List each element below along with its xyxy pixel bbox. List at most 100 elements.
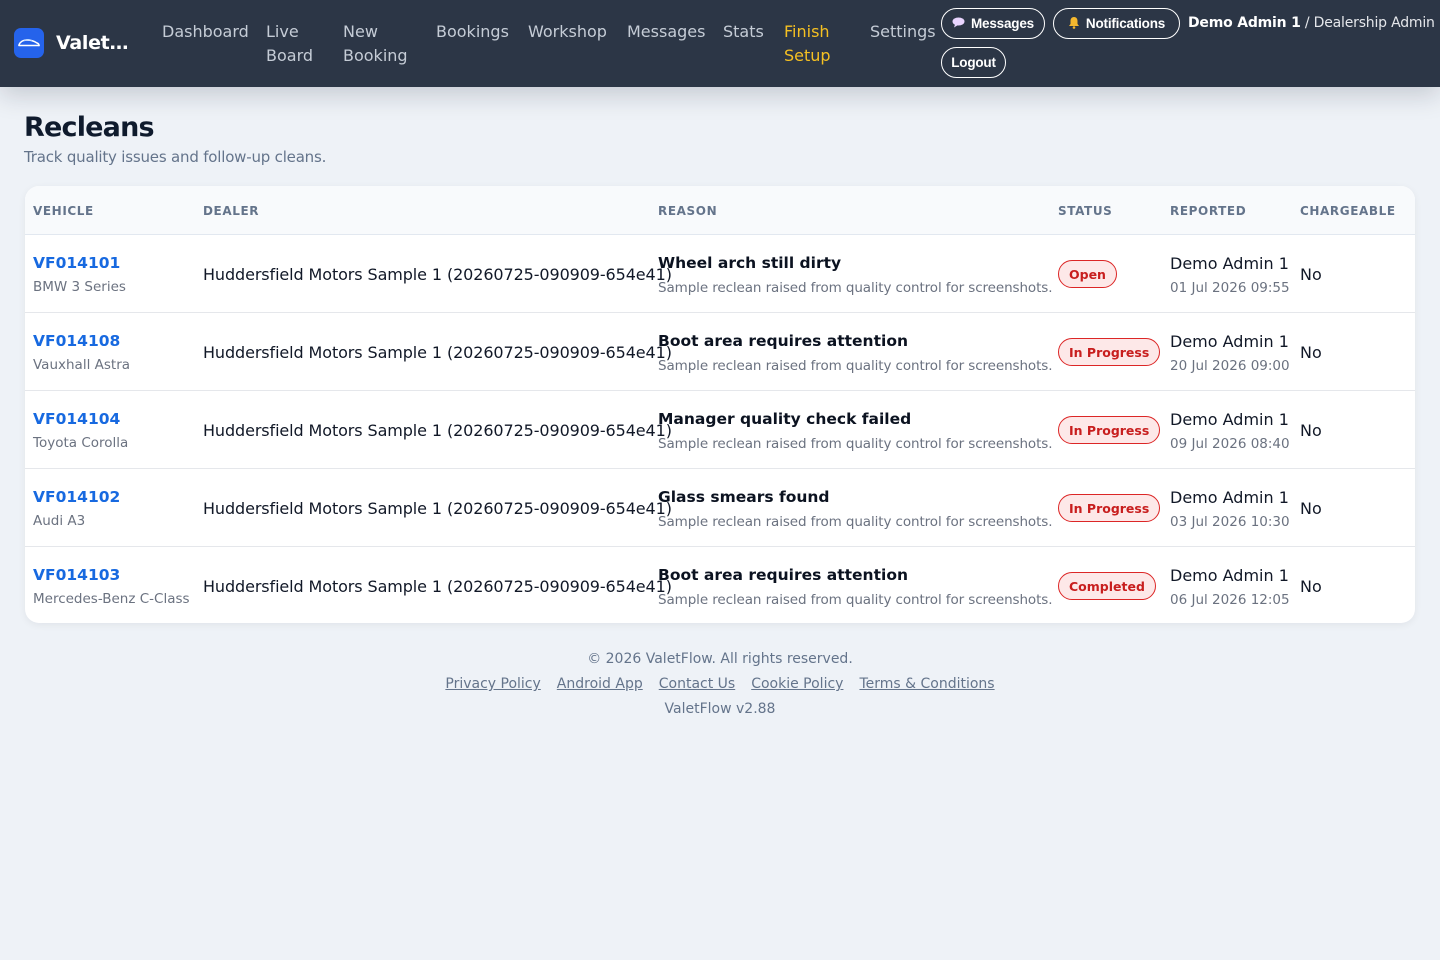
reported-date: 01 Jul 2026 09:55	[1170, 280, 1290, 296]
nav-live-board-label-line1: Live	[266, 22, 299, 41]
status-badge: Completed	[1058, 572, 1156, 600]
reported-date: 06 Jul 2026 12:05	[1170, 592, 1290, 608]
chargeable-value: No	[1300, 499, 1322, 518]
nav-new-booking-label-line1: New	[343, 22, 378, 41]
nav-dashboard[interactable]: Dashboard	[162, 20, 249, 44]
column-header-status: STATUS	[1058, 204, 1113, 218]
user-separator: /	[1300, 15, 1314, 31]
vehicle-link[interactable]: VF014103	[33, 566, 120, 584]
top-navigation-bar: ValetF... Dashboard Live Board New Booki…	[0, 0, 1440, 87]
bell-icon	[1068, 16, 1080, 32]
reported-date: 03 Jul 2026 10:30	[1170, 514, 1290, 530]
footer-link-privacy-policy[interactable]: Privacy Policy	[445, 676, 540, 692]
dealer-name: Huddersfield Motors Sample 1 (20260725-0…	[203, 421, 672, 440]
footer-link-terms-conditions[interactable]: Terms & Conditions	[859, 676, 994, 692]
user-role: Dealership Admin	[1313, 15, 1435, 31]
dealer-name: Huddersfield Motors Sample 1 (20260725-0…	[203, 499, 672, 518]
nav-stats[interactable]: Stats	[723, 20, 764, 44]
page-title: Recleans	[24, 112, 155, 143]
dealer-name: Huddersfield Motors Sample 1 (20260725-0…	[203, 265, 672, 284]
footer-copyright: © 2026 ValetFlow. All rights reserved.	[587, 651, 853, 667]
status-badge: Open	[1058, 260, 1117, 288]
vehicle-link[interactable]: VF014102	[33, 488, 120, 506]
reason-title: Glass smears found	[658, 488, 830, 506]
speech-bubble-icon	[952, 16, 965, 31]
nav-dashboard-label: Dashboard	[162, 22, 249, 41]
nav-live-board-label-line2: Board	[266, 46, 314, 65]
nav-workshop-label: Workshop	[528, 22, 607, 41]
column-header-vehicle: VEHICLE	[33, 204, 94, 218]
logout-button[interactable]: Logout	[941, 47, 1006, 78]
reason-note: Sample reclean raised from quality contr…	[658, 436, 1053, 452]
messages-button-label: Messages	[971, 16, 1034, 31]
vehicle-link[interactable]: VF014101	[33, 254, 120, 272]
column-header-dealer: DEALER	[203, 204, 260, 218]
status-badge: In Progress	[1058, 338, 1161, 366]
table-row: VF014108 Vauxhall Astra Huddersfield Mot…	[25, 313, 1415, 391]
vehicle-model: Toyota Corolla	[33, 435, 129, 451]
table-row: VF014102 Audi A3 Huddersfield Motors Sam…	[25, 469, 1415, 547]
chargeable-value: No	[1300, 577, 1322, 596]
reason-title: Boot area requires attention	[658, 566, 908, 584]
chargeable-value: No	[1300, 265, 1322, 284]
nav-new-booking-label-line2: Booking	[343, 46, 408, 65]
footer-link-contact-us[interactable]: Contact Us	[659, 676, 735, 692]
nav-bookings[interactable]: Bookings	[436, 20, 509, 44]
vehicle-model: BMW 3 Series	[33, 279, 126, 295]
footer-links: Privacy Policy Android App Contact Us Co…	[0, 676, 1440, 692]
vehicle-link[interactable]: VF014108	[33, 332, 120, 350]
reported-by: Demo Admin 1	[1170, 254, 1289, 273]
table-header: VEHICLE DEALER REASON STATUS REPORTED CH…	[25, 186, 1415, 235]
reported-by: Demo Admin 1	[1170, 488, 1289, 507]
user-name: Demo Admin 1	[1188, 15, 1301, 31]
nav-finish-setup[interactable]: Finish Setup	[784, 20, 831, 68]
dealer-name: Huddersfield Motors Sample 1 (20260725-0…	[203, 577, 672, 596]
reason-title: Boot area requires attention	[658, 332, 908, 350]
column-header-reason: REASON	[658, 204, 718, 218]
reported-by: Demo Admin 1	[1170, 332, 1289, 351]
vehicle-model: Audi A3	[33, 513, 86, 529]
chargeable-value: No	[1300, 421, 1322, 440]
column-header-chargeable: CHARGEABLE	[1300, 204, 1396, 218]
table-row: VF014101 BMW 3 Series Huddersfield Motor…	[25, 235, 1415, 313]
table-row: VF014104 Toyota Corolla Huddersfield Mot…	[25, 391, 1415, 469]
nav-settings[interactable]: Settings	[870, 20, 936, 44]
nav-new-booking[interactable]: New Booking	[343, 20, 408, 68]
notifications-button-label: Notifications	[1085, 16, 1166, 31]
nav-live-board[interactable]: Live Board	[266, 20, 313, 68]
current-user: Demo Admin 1 / Dealership Admin	[1188, 15, 1435, 31]
footer-link-android-app[interactable]: Android App	[557, 676, 643, 692]
brand-name: ValetF...	[56, 32, 132, 54]
recleans-table: VEHICLE DEALER REASON STATUS REPORTED CH…	[25, 186, 1415, 623]
reason-note: Sample reclean raised from quality contr…	[658, 280, 1053, 296]
reason-note: Sample reclean raised from quality contr…	[658, 592, 1053, 608]
status-badge: In Progress	[1058, 416, 1161, 444]
vehicle-model: Vauxhall Astra	[33, 357, 131, 373]
notifications-button[interactable]: Notifications	[1053, 8, 1180, 39]
reason-title: Wheel arch still dirty	[658, 254, 842, 272]
nav-finish-setup-label-line1: Finish	[784, 22, 830, 41]
nav-stats-label: Stats	[723, 22, 764, 41]
table-row: VF014103 Mercedes-Benz C-Class Huddersfi…	[25, 547, 1415, 623]
nav-messages-label: Messages	[627, 22, 706, 41]
reason-note: Sample reclean raised from quality contr…	[658, 514, 1053, 530]
brand[interactable]: ValetF...	[14, 28, 132, 58]
logout-button-label: Logout	[951, 55, 996, 70]
page-subtitle: Track quality issues and follow-up clean…	[24, 148, 327, 166]
reported-date: 20 Jul 2026 09:00	[1170, 358, 1290, 374]
messages-button[interactable]: Messages	[941, 8, 1045, 39]
chargeable-value: No	[1300, 343, 1322, 362]
nav-messages[interactable]: Messages	[627, 20, 705, 44]
reported-date: 09 Jul 2026 08:40	[1170, 436, 1290, 452]
status-badge: In Progress	[1058, 494, 1161, 522]
dealer-name: Huddersfield Motors Sample 1 (20260725-0…	[203, 343, 672, 362]
nav-settings-label: Settings	[870, 22, 936, 41]
reported-by: Demo Admin 1	[1170, 410, 1289, 429]
nav-finish-setup-label-line2: Setup	[784, 46, 831, 65]
nav-bookings-label: Bookings	[436, 22, 509, 41]
footer-link-cookie-policy[interactable]: Cookie Policy	[751, 676, 843, 692]
car-icon	[14, 28, 44, 58]
column-header-reported: REPORTED	[1170, 204, 1247, 218]
vehicle-link[interactable]: VF014104	[33, 410, 120, 428]
nav-workshop[interactable]: Workshop	[528, 20, 607, 44]
